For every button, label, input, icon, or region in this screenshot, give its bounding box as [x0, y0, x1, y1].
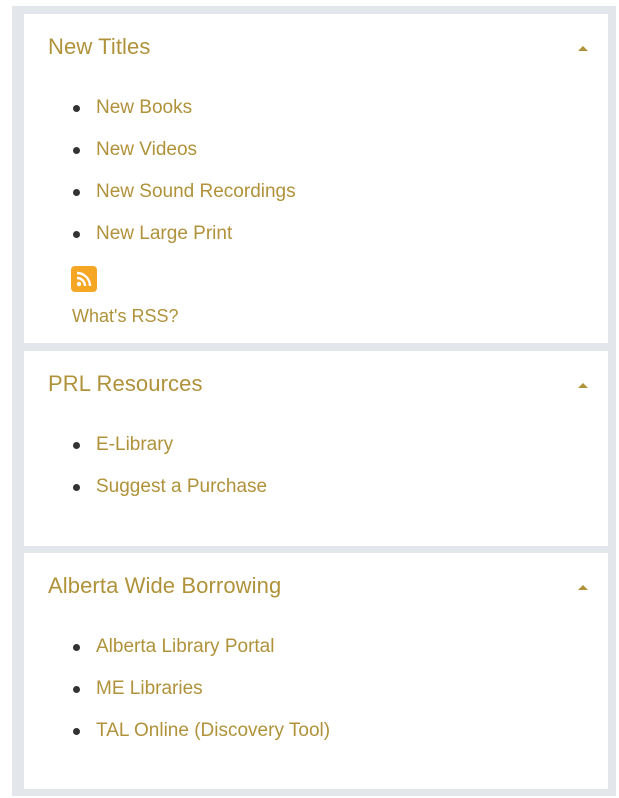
tal-online-link[interactable]: TAL Online (Discovery Tool) — [96, 720, 330, 741]
new-books-link[interactable]: New Books — [96, 97, 192, 118]
whats-rss-link[interactable]: What's RSS? — [72, 306, 178, 327]
link-list: New Books New Videos New Sound Recording… — [48, 98, 296, 266]
bullet — [73, 105, 80, 112]
suggest-a-purchase-link[interactable]: Suggest a Purchase — [96, 476, 267, 497]
list-item: E-Library — [48, 435, 267, 477]
list-item: New Videos — [48, 140, 296, 182]
bullet — [73, 189, 80, 196]
panel-title[interactable]: Alberta Wide Borrowing — [48, 573, 281, 599]
bullet — [73, 484, 80, 491]
new-sound-recordings-link[interactable]: New Sound Recordings — [96, 181, 296, 202]
new-large-print-link[interactable]: New Large Print — [96, 223, 232, 244]
panel-title[interactable]: PRL Resources — [48, 371, 203, 397]
rss-feed-icon[interactable] — [71, 266, 97, 292]
link-list: E-Library Suggest a Purchase — [48, 435, 267, 519]
caret-up-icon[interactable] — [572, 375, 594, 397]
bullet — [73, 686, 80, 693]
list-item: New Books — [48, 98, 296, 140]
me-libraries-link[interactable]: ME Libraries — [96, 678, 203, 699]
bullet — [73, 442, 80, 449]
panel-alberta-wide-borrowing: Alberta Wide Borrowing Alberta Library P… — [24, 553, 608, 789]
list-item: Alberta Library Portal — [48, 637, 330, 679]
e-library-link[interactable]: E-Library — [96, 434, 173, 455]
alberta-library-portal-link[interactable]: Alberta Library Portal — [96, 636, 274, 657]
caret-up-icon[interactable] — [572, 577, 594, 599]
bullet — [73, 147, 80, 154]
bullet — [73, 644, 80, 651]
panel-prl-resources: PRL Resources E-Library Suggest a Purcha… — [24, 351, 608, 546]
bullet — [73, 231, 80, 238]
list-item: TAL Online (Discovery Tool) — [48, 721, 330, 763]
caret-up-icon[interactable] — [572, 38, 594, 60]
sidebar-widgets: New Titles New Books New Videos New Soun… — [12, 6, 616, 796]
list-item: New Sound Recordings — [48, 182, 296, 224]
panel-new-titles: New Titles New Books New Videos New Soun… — [24, 14, 608, 343]
link-list: Alberta Library Portal ME Libraries TAL … — [48, 637, 330, 763]
panel-title[interactable]: New Titles — [48, 34, 150, 60]
bullet — [73, 728, 80, 735]
new-videos-link[interactable]: New Videos — [96, 139, 197, 160]
list-item: Suggest a Purchase — [48, 477, 267, 519]
list-item: ME Libraries — [48, 679, 330, 721]
list-item: New Large Print — [48, 224, 296, 266]
